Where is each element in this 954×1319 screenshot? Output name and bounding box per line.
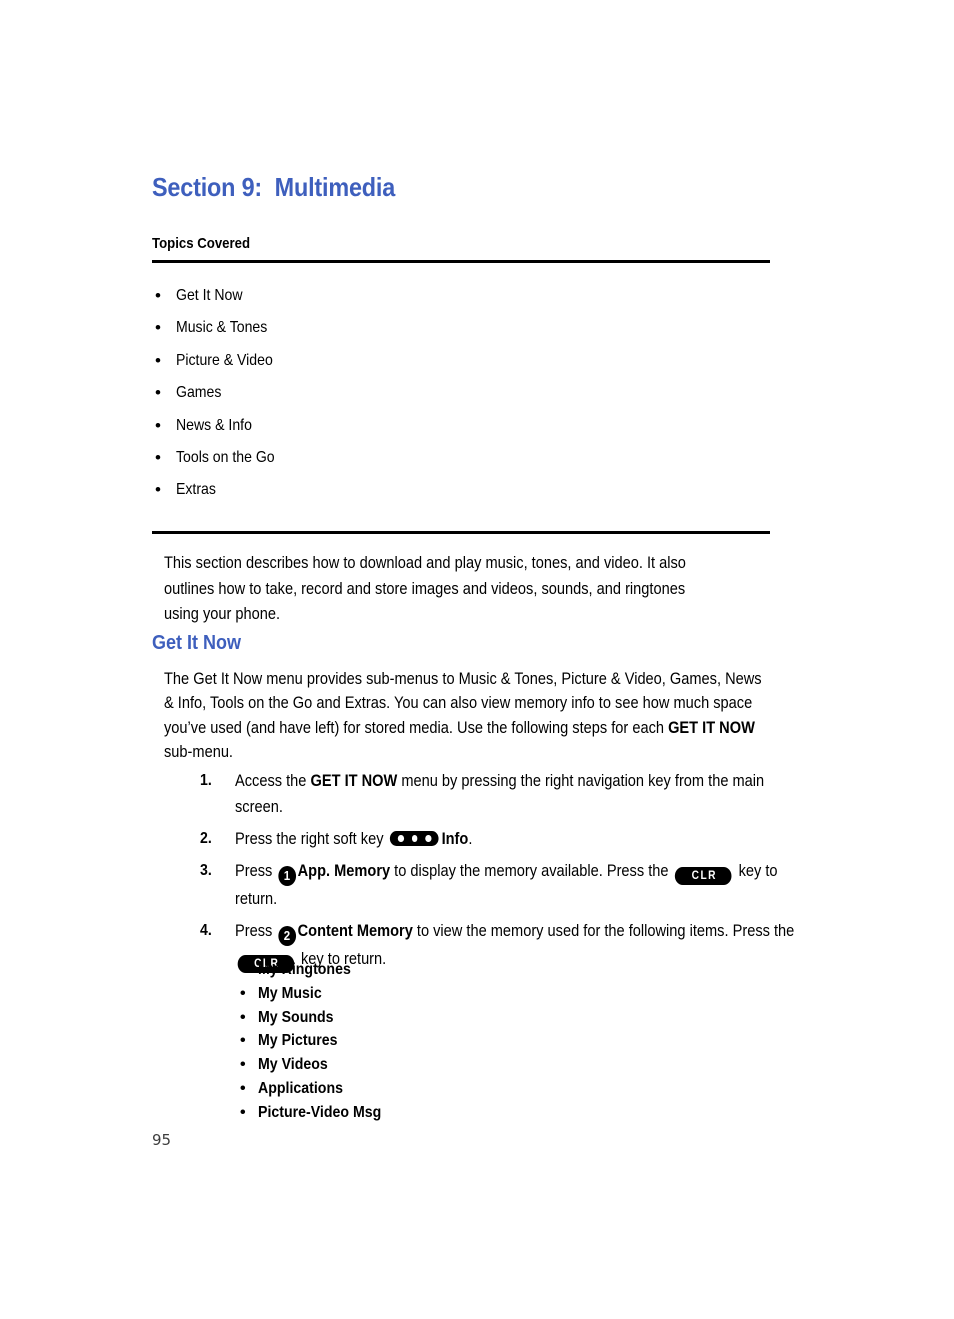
content-memory-list: • My Ringtones • My Music • My Sounds • … [240, 959, 660, 1126]
list-item: • News & Info [152, 416, 752, 448]
bullet-icon: • [240, 961, 246, 978]
step-text-part: Access the [235, 772, 311, 790]
step-emphasis: GET IT NOW [310, 772, 398, 790]
list-item: • Applications [240, 1078, 660, 1102]
step-emphasis: App. Memory [297, 862, 391, 880]
bullet-icon: • [155, 318, 161, 338]
bullet-icon: • [240, 1056, 246, 1074]
list-item: • Tools on the Go [152, 448, 752, 480]
divider-bottom [152, 531, 770, 534]
topic-label: Music & Tones [176, 319, 268, 337]
bullet-icon: • [155, 480, 161, 500]
steps-list: 1. Access the GET IT NOW menu by pressin… [200, 768, 880, 979]
topic-label: News & Info [176, 416, 252, 434]
bullet-icon: • [240, 1032, 246, 1050]
content-memory-label: Applications [258, 1079, 343, 1097]
page-title: Section 9: Multimedia [152, 172, 396, 202]
content-memory-label: Picture-Video Msg [258, 1103, 382, 1121]
step-text: Access the GET IT NOW menu by pressing t… [235, 768, 806, 820]
content-memory-label: My Sounds [258, 1008, 334, 1026]
bullet-icon: • [155, 447, 161, 467]
step-3: 3. Press 1 App. Memory to display the mem… [200, 858, 880, 912]
number-key-icon: 2 [278, 926, 296, 946]
step-1: 1. Access the GET IT NOW menu by pressin… [200, 768, 880, 820]
divider-top [152, 260, 770, 263]
step-text-part: Press [235, 922, 277, 940]
page-number: 95 [152, 1131, 172, 1149]
step-number: 1. [200, 772, 212, 789]
bullet-icon: • [155, 415, 161, 435]
content-memory-label: My Music [258, 984, 322, 1002]
topic-label: Extras [176, 481, 216, 499]
soft-key-dot-icon [397, 835, 404, 842]
topic-label: Picture & Video [176, 351, 273, 369]
bullet-icon: • [240, 1008, 246, 1026]
list-item: • My Ringtones [240, 959, 660, 983]
list-item: • Picture-Video Msg [240, 1102, 660, 1126]
list-item: • My Videos [240, 1054, 660, 1078]
step-emphasis: Content Memory [297, 922, 413, 940]
topic-label: Get It Now [176, 287, 243, 304]
step-text-part: to view the memory used for the followin… [412, 922, 795, 940]
list-item: • Extras [152, 480, 752, 512]
topics-covered-label: Topics Covered [152, 235, 251, 252]
step-text-part: Press [235, 862, 277, 880]
list-item: • My Music [240, 983, 660, 1007]
step-text-part: to display the memory available. Press t… [390, 862, 673, 880]
step-number: 4. [200, 922, 212, 939]
step-emphasis: Info [441, 830, 469, 848]
section-heading-get-it-now: Get It Now [152, 632, 242, 654]
step-text: Press 1 App. Memory to display the memory… [235, 858, 806, 912]
step-text-part: . [468, 830, 473, 848]
soft-key-icon [390, 831, 439, 846]
topics-list: • Get It Now • Music & Tones • Picture &… [152, 286, 752, 513]
bullet-icon: • [155, 383, 161, 403]
paragraph-emphasis: GET IT NOW [668, 718, 755, 737]
step-number: 3. [200, 862, 212, 879]
intro-paragraph: This section describes how to download a… [164, 554, 686, 623]
bullet-icon: • [240, 984, 246, 1002]
list-item: • My Sounds [240, 1007, 660, 1031]
step-text-part: Press the right soft key [235, 830, 388, 848]
manual-page: Section 9: Multimedia Topics Covered • G… [0, 0, 954, 1319]
step-text: Press the right soft key Info. [235, 826, 806, 852]
bullet-icon: • [155, 350, 161, 370]
step-number: 2. [200, 830, 212, 847]
topic-label: Games [176, 384, 222, 402]
bullet-icon: • [240, 1079, 246, 1097]
list-item: • Get It Now [152, 286, 752, 318]
content-memory-label: My Pictures [258, 1032, 338, 1050]
content-memory-label: My Ringtones [258, 961, 351, 978]
get-it-now-paragraph: The Get It Now menu provides sub-menus t… [164, 667, 775, 765]
content-memory-label: My Videos [258, 1056, 328, 1074]
list-item: • Music & Tones [152, 318, 752, 350]
number-key-icon: 1 [278, 866, 296, 886]
list-item: • Games [152, 383, 752, 415]
bullet-icon: • [155, 286, 161, 305]
topic-label: Tools on the Go [176, 448, 275, 466]
step-2: 2. Press the right soft key Info. [200, 826, 880, 852]
list-item: • Picture & Video [152, 351, 752, 383]
clear-key-icon: CLR [675, 867, 732, 885]
soft-key-dot-icon [411, 835, 418, 842]
list-item: • My Pictures [240, 1030, 660, 1054]
bullet-icon: • [240, 1103, 246, 1121]
soft-key-dot-icon [425, 835, 432, 842]
paragraph-text-tail: sub-menu. [164, 743, 234, 762]
